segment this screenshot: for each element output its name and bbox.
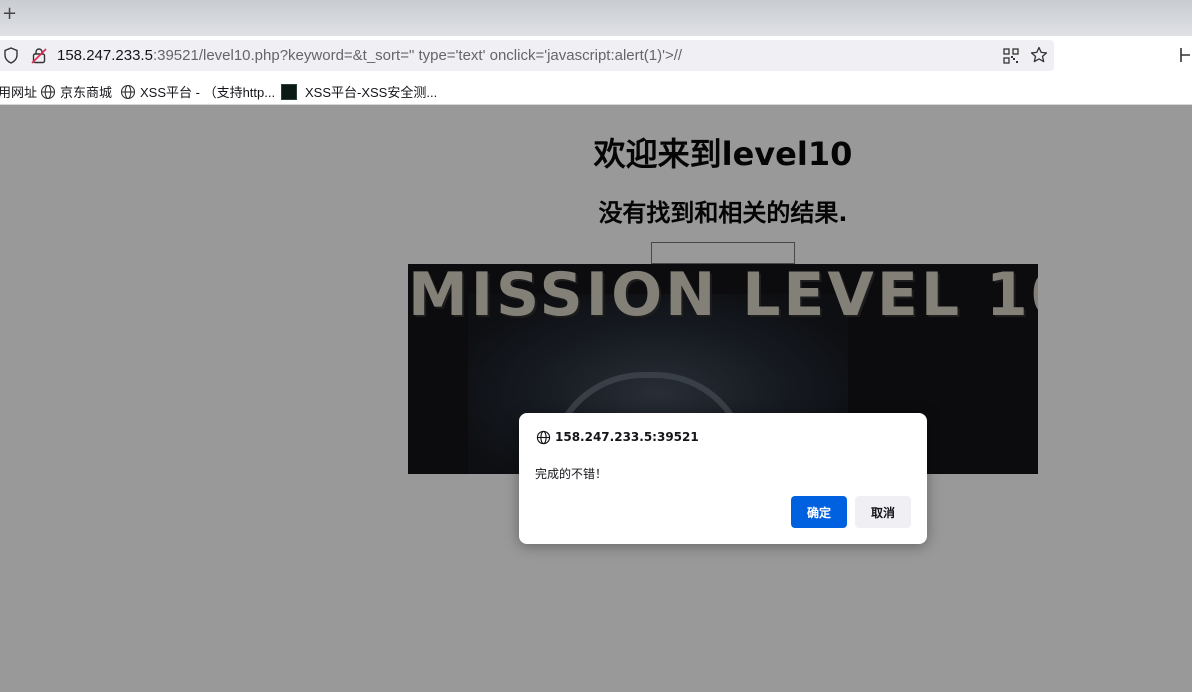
url-text[interactable]: 158.247.233.5:39521/level10.php?keyword=…	[57, 47, 682, 64]
url-host: 158.247.233.5	[57, 47, 153, 64]
alert-dialog: 158.247.233.5:39521 完成的不错！ 确定 取消	[519, 413, 927, 544]
dialog-origin: 158.247.233.5:39521	[555, 430, 699, 444]
bookmarks-toolbar: 用网址 京东商城 XSS平台 - （支持http... XSS平台-XSS安全测…	[0, 76, 1192, 105]
insecure-lock-icon[interactable]	[31, 47, 47, 64]
dialog-message: 完成的不错！	[535, 467, 608, 481]
globe-icon	[40, 84, 56, 99]
url-path: :39521/level10.php?keyword=&t_sort=" typ…	[152, 47, 683, 64]
globe-icon	[120, 84, 136, 99]
site-favicon-icon	[281, 83, 297, 100]
cancel-button[interactable]: 取消	[855, 496, 911, 528]
url-bar[interactable]: 158.247.233.5:39521/level10.php?keyword=…	[0, 40, 1054, 71]
new-tab-button[interactable]: +	[2, 4, 17, 24]
bookmark-star-icon[interactable]	[1030, 46, 1048, 64]
navigation-toolbar: 158.247.233.5:39521/level10.php?keyword=…	[0, 36, 1192, 76]
tab-strip: +	[0, 0, 1192, 36]
toolbar-overflow-icon[interactable]	[1178, 46, 1192, 64]
bookmark-label: XSS平台-XSS安全测...	[305, 85, 438, 100]
modal-overlay	[0, 105, 1192, 692]
ok-button[interactable]: 确定	[791, 496, 847, 528]
bookmark-label: 用网址	[0, 85, 38, 100]
bookmark-item[interactable]: 京东商城	[40, 82, 112, 101]
shield-icon[interactable]	[3, 47, 19, 64]
bookmark-item[interactable]: XSS平台-XSS安全测...	[281, 82, 437, 101]
bookmark-label: 京东商城	[60, 85, 113, 100]
globe-icon	[536, 430, 551, 445]
bookmark-item[interactable]: 用网址	[0, 82, 37, 101]
bookmark-item[interactable]: XSS平台 - （支持http...	[120, 82, 275, 101]
qr-code-icon[interactable]	[1003, 48, 1019, 64]
bookmark-label: XSS平台 - （支持http...	[140, 85, 276, 100]
